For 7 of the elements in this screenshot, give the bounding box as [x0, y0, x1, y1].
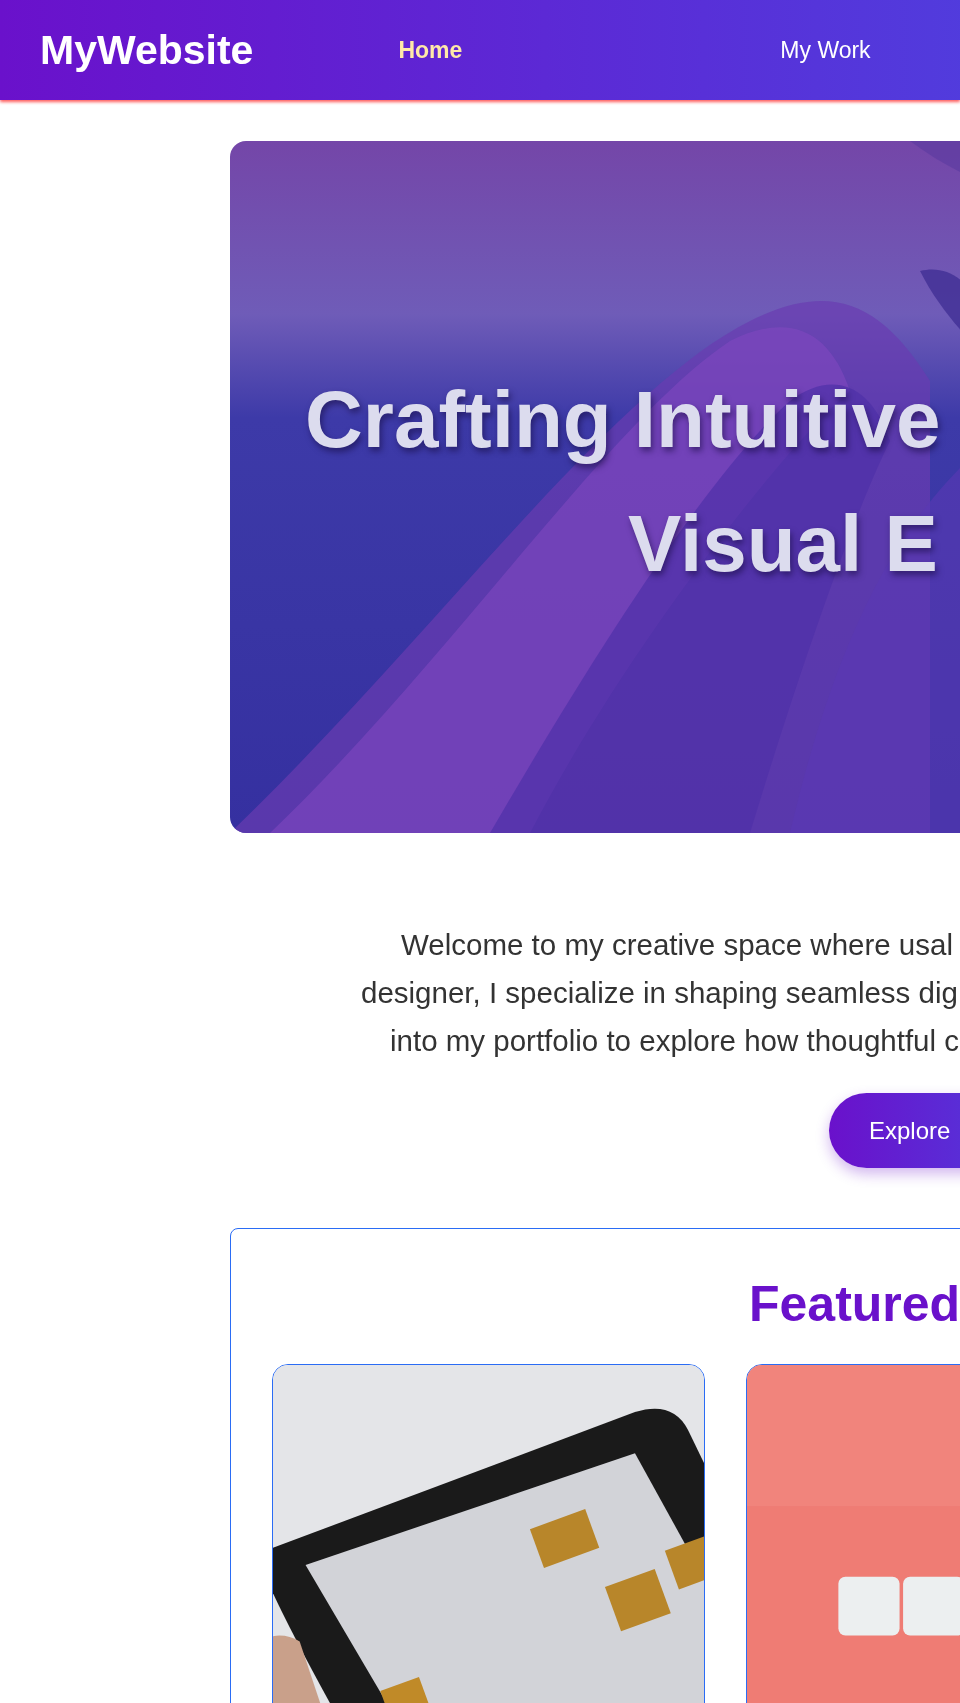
explore-button[interactable]: Explore [829, 1093, 960, 1168]
site-logo[interactable]: MyWebsite [40, 26, 254, 74]
nav-link[interactable]: Home [398, 36, 463, 64]
hero-heading: Visual E [628, 504, 938, 584]
nav-link[interactable]: My Work [780, 36, 871, 64]
section-heading: Featured [749, 1279, 960, 1329]
intro-text: Welcome to my creative space where usal designer, I specialize in shaping seamless dig into my portfolio to explore how thoughtful c [360, 927, 960, 1059]
